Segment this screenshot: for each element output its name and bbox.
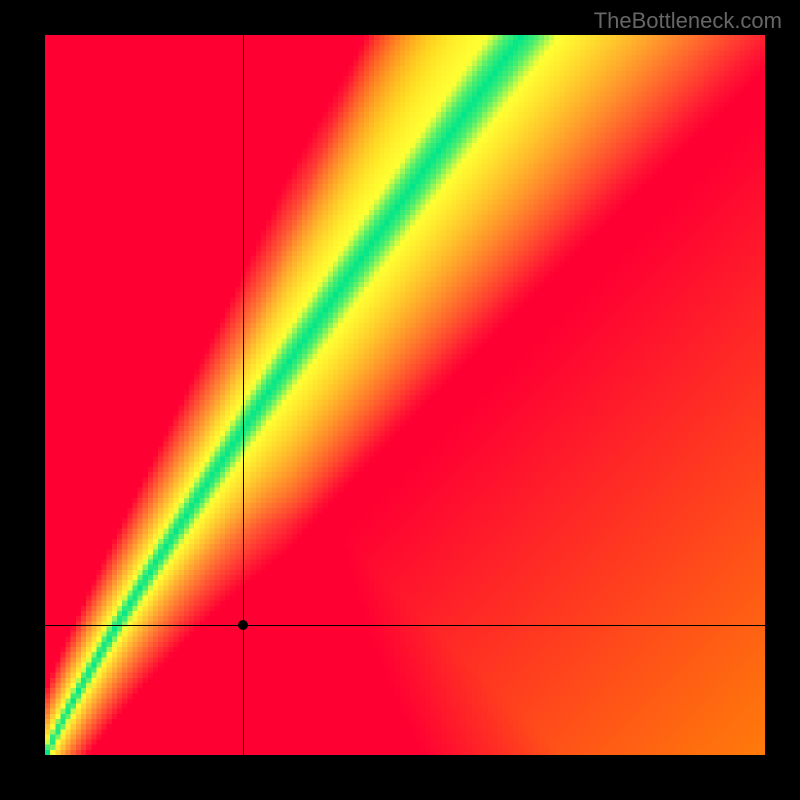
heatmap-plot xyxy=(45,35,765,755)
crosshair-horizontal xyxy=(45,625,765,626)
watermark-text: TheBottleneck.com xyxy=(594,8,782,34)
heatmap-canvas xyxy=(45,35,765,755)
selected-point-marker xyxy=(238,620,248,630)
crosshair-vertical xyxy=(243,35,244,755)
